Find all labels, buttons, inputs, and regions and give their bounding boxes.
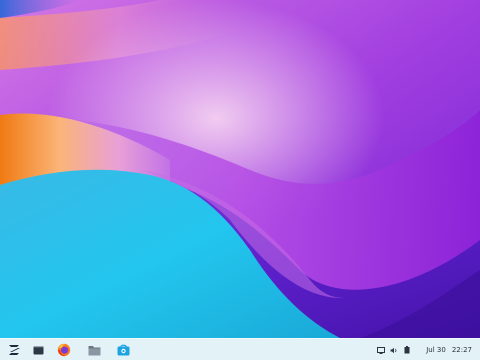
folder-icon[interactable] (84, 341, 104, 359)
taskbar: Jul 30 22:27 (0, 338, 480, 360)
wallpaper (0, 0, 480, 338)
battery-icon[interactable] (402, 344, 412, 356)
zorin-logo-icon[interactable] (4, 341, 24, 359)
date-label: Jul 30 (426, 346, 446, 354)
display-icon[interactable] (376, 344, 386, 356)
store-bag-icon[interactable] (113, 341, 133, 359)
volume-icon[interactable] (389, 344, 399, 356)
desktop-window-icon[interactable] (28, 341, 48, 359)
desktop[interactable] (0, 0, 480, 338)
clock[interactable]: Jul 30 22:27 (426, 342, 472, 358)
firefox-icon[interactable] (54, 341, 74, 359)
time-label: 22:27 (451, 346, 472, 354)
